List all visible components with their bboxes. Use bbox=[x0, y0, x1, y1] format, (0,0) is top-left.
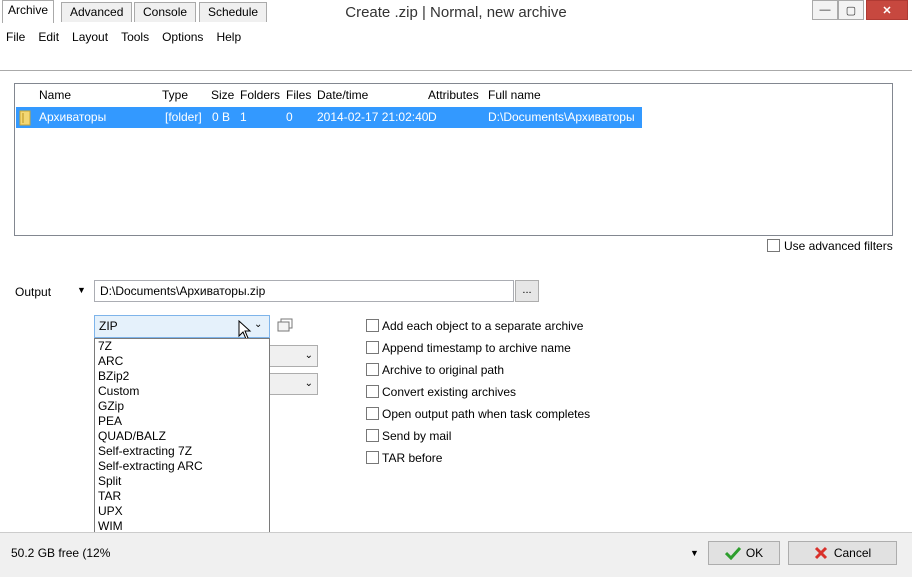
tab-console[interactable]: Console bbox=[134, 2, 197, 22]
output-label: Output bbox=[15, 285, 52, 299]
option-append-timestamp[interactable]: Append timestamp to archive name bbox=[366, 340, 571, 355]
option-open-output[interactable]: Open output path when task completes bbox=[366, 406, 590, 421]
cell-files: 0 bbox=[286, 110, 293, 124]
check-icon bbox=[724, 546, 741, 560]
file-list[interactable]: Name Type Size Folders Files Date/time A… bbox=[14, 83, 893, 236]
mouse-cursor-icon bbox=[238, 320, 252, 340]
checkbox[interactable] bbox=[366, 341, 379, 355]
tab-advanced[interactable]: Advanced bbox=[61, 2, 133, 22]
column-name[interactable]: Name bbox=[39, 88, 71, 102]
column-files[interactable]: Files bbox=[286, 88, 311, 102]
close-button[interactable]: ✕ bbox=[866, 0, 908, 20]
cancel-label: Cancel bbox=[833, 546, 872, 560]
maximize-button[interactable]: ▢ bbox=[838, 0, 864, 20]
cancel-button[interactable]: Cancel bbox=[788, 541, 897, 565]
cell-fullname: D:\Documents\Архиваторы bbox=[488, 110, 635, 124]
option-tar-before[interactable]: TAR before bbox=[366, 450, 442, 465]
tab-archive[interactable]: Archive bbox=[2, 0, 55, 23]
chevron-down-icon[interactable]: ⌄ bbox=[254, 319, 262, 330]
menu-bar: File Edit Layout Tools Options Help bbox=[0, 28, 912, 46]
advanced-filters-checkbox[interactable] bbox=[767, 239, 780, 252]
option-separate-archive[interactable]: Add each object to a separate archive bbox=[366, 318, 583, 333]
checkbox[interactable] bbox=[366, 319, 379, 333]
option-send-by-mail[interactable]: Send by mail bbox=[366, 428, 451, 443]
cell-folders: 1 bbox=[240, 110, 247, 124]
menu-file[interactable]: File bbox=[0, 28, 32, 46]
format-option[interactable]: Custom bbox=[95, 384, 269, 399]
format-option[interactable]: UPX bbox=[95, 504, 269, 519]
menu-layout[interactable]: Layout bbox=[66, 28, 115, 46]
column-folders[interactable]: Folders bbox=[240, 88, 280, 102]
checkbox[interactable] bbox=[366, 407, 379, 421]
tab-schedule[interactable]: Schedule bbox=[199, 2, 268, 22]
advanced-filters-label: Use advanced filters bbox=[784, 239, 893, 253]
browse-button[interactable]: ... bbox=[515, 280, 539, 302]
format-option[interactable]: Split bbox=[95, 474, 269, 489]
menu-tools[interactable]: Tools bbox=[115, 28, 156, 46]
format-option[interactable]: BZip2 bbox=[95, 369, 269, 384]
option-convert-existing[interactable]: Convert existing archives bbox=[366, 384, 516, 399]
format-option[interactable]: Self-extracting 7Z bbox=[95, 444, 269, 459]
checkbox[interactable] bbox=[366, 385, 379, 399]
option-original-path[interactable]: Archive to original path bbox=[366, 362, 504, 377]
ok-label: OK bbox=[745, 546, 764, 560]
checkbox[interactable] bbox=[366, 363, 379, 377]
format-option[interactable]: ARC bbox=[95, 354, 269, 369]
format-options-icon[interactable] bbox=[277, 318, 293, 332]
cell-attributes: D bbox=[428, 110, 437, 124]
dropdown-arrow-icon[interactable]: ▼ bbox=[690, 548, 699, 558]
checkbox[interactable] bbox=[366, 429, 379, 443]
format-option[interactable]: 7Z bbox=[95, 339, 269, 354]
format-option[interactable]: TAR bbox=[95, 489, 269, 504]
menu-edit[interactable]: Edit bbox=[32, 28, 66, 46]
column-fullname[interactable]: Full name bbox=[488, 88, 541, 102]
cell-name: Архиваторы bbox=[39, 110, 107, 124]
minimize-button[interactable]: — bbox=[812, 0, 838, 20]
cell-type: [folder] bbox=[165, 110, 202, 124]
output-path-input[interactable]: D:\Documents\Архиваторы.zip bbox=[94, 280, 514, 302]
column-size[interactable]: Size bbox=[211, 88, 234, 102]
ok-button[interactable]: OK bbox=[708, 541, 780, 565]
folder-icon bbox=[19, 110, 31, 126]
cell-datetime: 2014-02-17 21:02:40 bbox=[317, 110, 429, 124]
format-option[interactable]: PEA bbox=[95, 414, 269, 429]
free-space-label: 50.2 GB free (12% bbox=[11, 546, 111, 560]
column-attributes[interactable]: Attributes bbox=[428, 88, 479, 102]
output-dropdown-arrow-icon[interactable]: ▼ bbox=[77, 285, 86, 295]
checkbox[interactable] bbox=[366, 451, 379, 465]
column-datetime[interactable]: Date/time bbox=[317, 88, 368, 102]
cell-size: 0 B bbox=[212, 110, 231, 124]
menu-options[interactable]: Options bbox=[156, 28, 210, 46]
menu-help[interactable]: Help bbox=[210, 28, 248, 46]
format-option[interactable]: Self-extracting ARC bbox=[95, 459, 269, 474]
column-type[interactable]: Type bbox=[162, 88, 188, 102]
format-option[interactable]: GZip bbox=[95, 399, 269, 414]
format-option[interactable]: QUAD/BALZ bbox=[95, 429, 269, 444]
cancel-x-icon bbox=[814, 546, 827, 560]
